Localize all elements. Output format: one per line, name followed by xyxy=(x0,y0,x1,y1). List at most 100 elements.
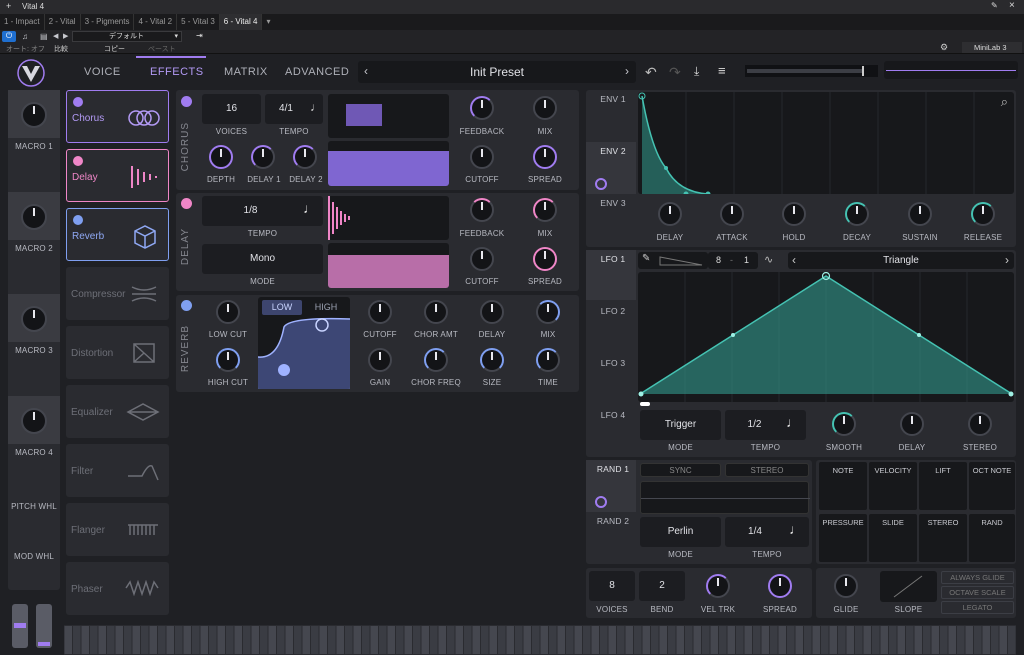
piano-key[interactable] xyxy=(889,626,897,654)
paste-button[interactable]: ペースト xyxy=(148,44,176,54)
piano-key[interactable] xyxy=(744,626,753,654)
fx-delay[interactable]: Delay xyxy=(66,149,169,202)
mod-source-stereo[interactable]: STEREO xyxy=(919,514,967,562)
env-attack-knob[interactable] xyxy=(720,202,744,226)
lfo-graph[interactable] xyxy=(638,272,1014,402)
fx-reverb[interactable]: Reverb xyxy=(66,208,169,261)
piano-key[interactable] xyxy=(821,626,829,654)
piano-key[interactable] xyxy=(311,626,319,654)
piano-key[interactable] xyxy=(719,626,727,654)
piano-key[interactable] xyxy=(438,626,447,654)
fx-compressor[interactable]: Compressor xyxy=(66,267,169,320)
delay-power-toggle[interactable] xyxy=(181,198,192,209)
save-icon[interactable]: ⤓ xyxy=(694,64,699,79)
piano-key[interactable] xyxy=(761,626,770,654)
fx-flanger[interactable]: Flanger xyxy=(66,503,169,556)
vel-trk-knob[interactable] xyxy=(706,574,730,598)
piano-key[interactable] xyxy=(897,626,906,654)
delay-mode-select[interactable]: Mono xyxy=(202,244,323,274)
piano-key[interactable] xyxy=(277,626,285,654)
piano-key[interactable] xyxy=(982,626,991,654)
piano-key[interactable] xyxy=(387,626,396,654)
macro-4-label[interactable]: MACRO 4 xyxy=(8,448,60,457)
delay-feedback-knob[interactable] xyxy=(470,198,494,222)
chorus-cutoff-knob[interactable] xyxy=(470,145,494,169)
piano-key[interactable] xyxy=(549,626,557,654)
host-tab-2[interactable]: 2 - Vital xyxy=(45,14,81,30)
mod-wheel[interactable] xyxy=(36,604,52,648)
macro-4-knob[interactable] xyxy=(21,408,47,434)
mod-source-rand[interactable]: RAND xyxy=(969,514,1015,562)
piano-key[interactable] xyxy=(906,626,914,654)
piano-key[interactable] xyxy=(81,626,90,654)
lfo-delay-knob[interactable] xyxy=(900,412,924,436)
piano-key[interactable] xyxy=(838,626,846,654)
reverb-enable-toggle[interactable] xyxy=(73,215,83,225)
piano-key[interactable] xyxy=(753,626,761,654)
piano-key[interactable] xyxy=(175,626,183,654)
piano-key[interactable] xyxy=(574,626,583,654)
piano-key[interactable] xyxy=(770,626,778,654)
headphones-icon[interactable]: ♫ xyxy=(22,32,28,41)
piano-key[interactable] xyxy=(540,626,549,654)
reverb-power-toggle[interactable] xyxy=(181,300,192,311)
macro-2-label[interactable]: MACRO 2 xyxy=(8,244,60,253)
piano-key[interactable] xyxy=(651,626,659,654)
piano-key[interactable] xyxy=(625,626,634,654)
host-tab-5[interactable]: 5 - Vital 3 xyxy=(177,14,220,30)
preset-file-icon[interactable]: ▤ xyxy=(40,32,48,41)
piano-key[interactable] xyxy=(506,626,515,654)
delay-cutoff-knob[interactable] xyxy=(470,247,494,271)
volume-meter[interactable] xyxy=(745,65,878,77)
piano-key[interactable] xyxy=(923,626,931,654)
piano-key[interactable] xyxy=(974,626,982,654)
lfo-grid-size[interactable]: 8 - 1 xyxy=(708,252,758,269)
glide-slope-display[interactable] xyxy=(880,571,937,602)
piano-key[interactable] xyxy=(285,626,294,654)
chorus-spread-knob[interactable] xyxy=(533,145,557,169)
piano-key[interactable] xyxy=(515,626,523,654)
piano-key[interactable] xyxy=(124,626,132,654)
delay-spread-knob[interactable] xyxy=(533,247,557,271)
rand-note-icon[interactable]: ♩ xyxy=(789,521,803,537)
piano-key[interactable] xyxy=(727,626,736,654)
piano-key[interactable] xyxy=(413,626,421,654)
piano-key[interactable] xyxy=(158,626,166,654)
piano-key[interactable] xyxy=(991,626,999,654)
piano-key[interactable] xyxy=(226,626,234,654)
piano-key[interactable] xyxy=(115,626,124,654)
piano-key[interactable] xyxy=(710,626,719,654)
piano-key[interactable] xyxy=(345,626,353,654)
piano-key[interactable] xyxy=(481,626,489,654)
piano-key[interactable] xyxy=(591,626,600,654)
host-tab-1[interactable]: 1 - Impact xyxy=(0,14,45,30)
env-delay-knob[interactable] xyxy=(658,202,682,226)
piano-key[interactable] xyxy=(149,626,158,654)
piano-key[interactable] xyxy=(999,626,1008,654)
next-preset-arrow-icon[interactable]: › xyxy=(625,64,629,78)
piano-key[interactable] xyxy=(192,626,200,654)
piano-key[interactable] xyxy=(583,626,591,654)
host-tab-6[interactable]: 6 - Vital 4 xyxy=(219,14,263,30)
piano-key[interactable] xyxy=(90,626,98,654)
piano-key[interactable] xyxy=(736,626,744,654)
mod-source-note[interactable]: NOTE xyxy=(819,462,867,510)
delay-note-icon[interactable]: ♩ xyxy=(303,200,317,216)
piano-key[interactable] xyxy=(685,626,693,654)
piano-key[interactable] xyxy=(319,626,328,654)
env-release-knob[interactable] xyxy=(971,202,995,226)
piano-key[interactable] xyxy=(421,626,430,654)
piano-key[interactable] xyxy=(600,626,608,654)
reverb-cutoff-knob[interactable] xyxy=(368,300,392,324)
piano-key[interactable] xyxy=(353,626,362,654)
octave-scale-toggle[interactable]: OCTAVE SCALE xyxy=(941,586,1014,599)
lfo-smooth-knob[interactable] xyxy=(832,412,856,436)
piano-key[interactable] xyxy=(362,626,370,654)
compare-button[interactable]: 比較 xyxy=(54,44,68,54)
reverb-size-knob[interactable] xyxy=(480,348,504,372)
piano-key[interactable] xyxy=(693,626,702,654)
env-2-tab[interactable]: ENV 2 xyxy=(592,146,634,156)
piano-key[interactable] xyxy=(804,626,812,654)
macro-2-knob[interactable] xyxy=(21,204,47,230)
rand-mode-select[interactable]: Perlin xyxy=(640,517,721,547)
